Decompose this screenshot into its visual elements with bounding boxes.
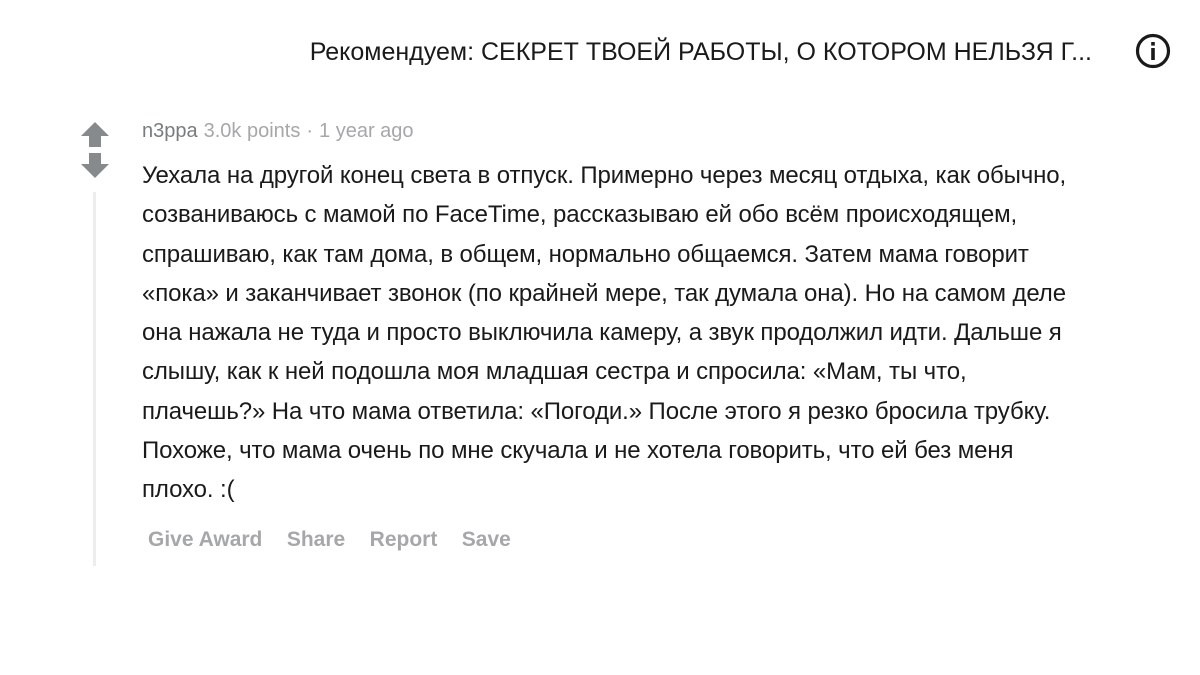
recommendation-bar: Рекомендуем: СЕКРЕТ ТВОЕЙ РАБОТЫ, О КОТО… (0, 28, 1200, 78)
comment-body: Уехала на другой конец света в отпуск. П… (142, 156, 1082, 510)
give-award-button[interactable]: Give Award (148, 528, 262, 552)
comment-meta: n3ppa 3.0k points · 1 year ago (142, 120, 414, 143)
vote-controls (78, 120, 112, 180)
recommended-article-link[interactable]: Рекомендуем: СЕКРЕТ ТВОЕЙ РАБОТЫ, О КОТО… (310, 38, 1092, 67)
comment-body-text: Уехала на другой конец света в отпуск. П… (142, 162, 1067, 504)
points-count: 3.0k points (203, 120, 301, 142)
author-name[interactable]: n3ppa (142, 120, 198, 142)
comment-actions: Give Award Share Report Save (148, 528, 531, 552)
report-button[interactable]: Report (370, 528, 438, 552)
info-icon[interactable] (1134, 32, 1172, 70)
save-button[interactable]: Save (462, 528, 511, 552)
share-button[interactable]: Share (287, 528, 345, 552)
downvote-arrow-icon[interactable] (78, 150, 112, 180)
upvote-arrow-icon[interactable] (78, 120, 112, 150)
comment-age[interactable]: 1 year ago (319, 120, 414, 142)
meta-separator: · (306, 120, 314, 142)
thread-line[interactable] (93, 192, 96, 566)
